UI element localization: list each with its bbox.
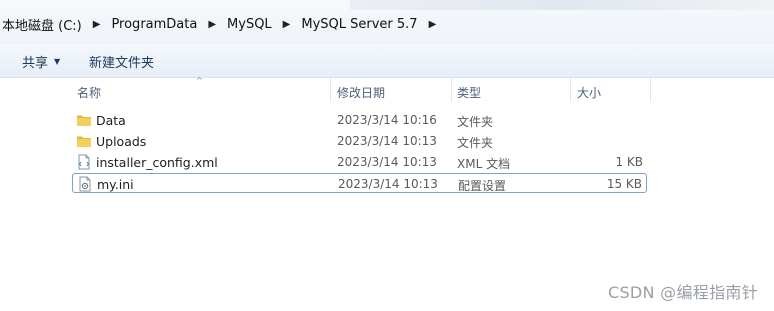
file-date: 2023/3/14 10:16 (337, 113, 437, 127)
breadcrumb-separator-icon[interactable]: ▶ (84, 19, 110, 30)
breadcrumb-item-programdata[interactable]: ProgramData (109, 17, 199, 32)
column-divider[interactable] (650, 78, 651, 102)
share-button-label: 共享 (22, 55, 49, 71)
column-header-name[interactable]: 名称 (77, 84, 101, 101)
file-row-data[interactable]: Data 2023/3/14 10:16 文件夹 (72, 110, 647, 130)
file-list[interactable]: ^ 名称 修改日期 类型 大小 Data 2023/3/14 10:16 文件夹… (0, 76, 774, 311)
column-divider[interactable] (570, 78, 571, 102)
breadcrumb-separator-icon[interactable]: ▶ (420, 19, 446, 30)
command-toolbar: 共享 ▼ 新建文件夹 (0, 44, 774, 78)
file-name: my.ini (97, 177, 134, 192)
breadcrumb-item-mysql-server[interactable]: MySQL Server 5.7 (299, 17, 419, 32)
column-header-row: ^ 名称 修改日期 类型 大小 (72, 76, 652, 102)
file-size: 15 KB (606, 177, 642, 191)
sort-ascending-icon: ^ (196, 76, 203, 85)
file-date: 2023/3/14 10:13 (337, 155, 437, 169)
watermark: CSDN @编程指南针 (607, 283, 758, 302)
breadcrumb-item-drive[interactable]: 本地磁盘 (C:) (0, 15, 84, 34)
file-type: 文件夹 (457, 136, 494, 150)
file-row-installer-config[interactable]: installer_config.xml 2023/3/14 10:13 XML… (72, 152, 647, 172)
breadcrumb-separator-icon[interactable]: ▶ (274, 19, 300, 30)
address-bar[interactable]: 本地磁盘 (C:) ▶ ProgramData ▶ MySQL ▶ MySQL … (0, 0, 774, 45)
column-divider[interactable] (330, 78, 331, 102)
file-row-uploads[interactable]: Uploads 2023/3/14 10:13 文件夹 (72, 131, 647, 151)
share-button[interactable]: 共享 ▼ (22, 52, 61, 71)
new-folder-button-label: 新建文件夹 (89, 55, 155, 71)
folder-icon (77, 115, 91, 126)
chevron-down-icon: ▼ (54, 56, 61, 66)
file-date: 2023/3/14 10:13 (338, 177, 438, 191)
file-type: 文件夹 (457, 115, 494, 129)
file-name: Uploads (96, 134, 147, 149)
ini-file-icon (79, 176, 91, 192)
file-name: installer_config.xml (96, 155, 218, 170)
column-header-date[interactable]: 修改日期 (337, 84, 385, 101)
file-type: 配置设置 (458, 179, 507, 193)
folder-icon (77, 136, 91, 147)
column-header-size[interactable]: 大小 (577, 84, 601, 101)
new-folder-button[interactable]: 新建文件夹 (89, 52, 155, 71)
breadcrumb: 本地磁盘 (C:) ▶ ProgramData ▶ MySQL ▶ MySQL … (0, 15, 446, 34)
breadcrumb-item-mysql[interactable]: MySQL (225, 17, 274, 32)
column-header-type[interactable]: 类型 (457, 84, 481, 101)
file-size: 1 KB (615, 155, 643, 169)
file-date: 2023/3/14 10:13 (337, 134, 437, 148)
xml-file-icon (78, 154, 90, 170)
file-type: XML 文档 (457, 157, 511, 171)
column-divider[interactable] (451, 78, 452, 102)
file-row-my-ini[interactable]: my.ini 2023/3/14 10:13 配置设置 15 KB (72, 173, 647, 193)
blurred-tabs-strip (350, 0, 774, 10)
file-name: Data (96, 113, 126, 128)
breadcrumb-separator-icon[interactable]: ▶ (199, 19, 225, 30)
